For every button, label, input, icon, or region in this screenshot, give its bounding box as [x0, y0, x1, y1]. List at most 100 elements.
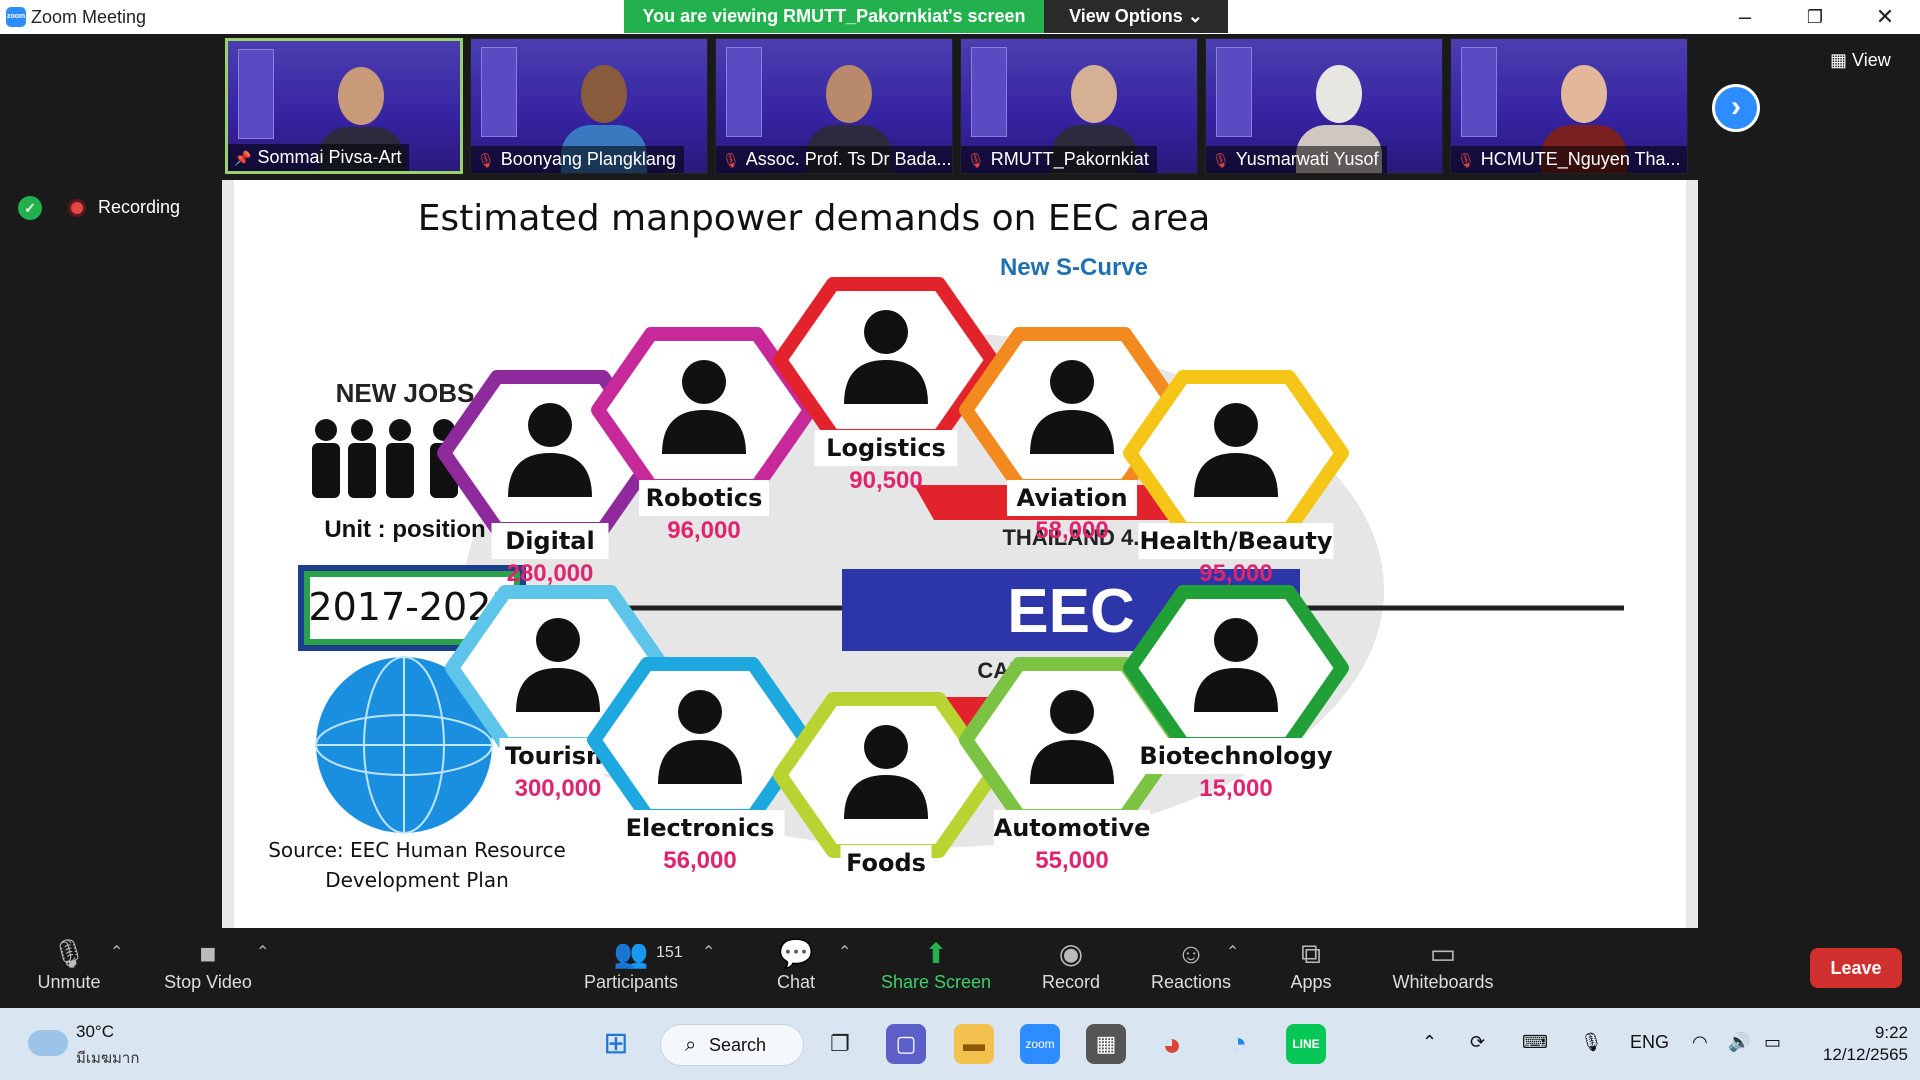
leave-button[interactable]: Leave: [1810, 948, 1902, 988]
task-view-icon[interactable]: ❐: [820, 1024, 860, 1064]
industry-name: Logistics: [826, 434, 946, 462]
reactions-label: Reactions: [1150, 972, 1232, 992]
search-icon: ⌕: [685, 1034, 697, 1056]
wifi-icon[interactable]: ◠: [1692, 1032, 1708, 1053]
shield-check-icon[interactable]: ✓: [18, 196, 42, 220]
system-clock[interactable]: 9:22 12/12/2565: [1808, 1022, 1908, 1066]
industry-hex: Health/Beauty 95,000: [1123, 370, 1349, 587]
sync-icon[interactable]: ⟳: [1470, 1032, 1485, 1053]
whiteboard-icon: ▭: [1429, 938, 1457, 969]
microphone-icon[interactable]: 🎙: [1580, 1032, 1603, 1053]
windows-start-icon[interactable]: ⊞: [596, 1024, 636, 1064]
whiteboards-button[interactable]: ▭ Whiteboards: [1388, 936, 1498, 1000]
industry-hex: Foods: [773, 692, 999, 881]
language-indicator[interactable]: ENG: [1630, 1032, 1669, 1053]
participant-tile[interactable]: 🎙 Yusmarwati Yusof: [1205, 38, 1443, 174]
teams-chat-icon[interactable]: ▢: [886, 1024, 926, 1064]
participant-tile[interactable]: 📌 Sommai Pivsa-Art: [225, 38, 463, 174]
share-screen-button[interactable]: ⬆ Share Screen: [880, 936, 992, 1000]
muted-mic-icon: 🎙: [722, 152, 740, 168]
industry-hex: Biotechnology 15,000: [1123, 585, 1349, 802]
recording-label: Recording: [98, 197, 181, 217]
slide-graphic: Estimated manpower demands on EEC area N…: [268, 198, 1624, 892]
unit-label: Unit : position: [324, 516, 485, 543]
meeting-toolbar: 🎙 Unmute ⌃ ■ Stop Video ⌃ 👥 Participants…: [0, 928, 1920, 1008]
whiteboards-label: Whiteboards: [1392, 972, 1494, 992]
video-options-caret[interactable]: ⌃: [256, 942, 269, 962]
search-box[interactable]: ⌕ Search: [660, 1024, 804, 1066]
grid-icon: ▦: [1830, 50, 1853, 70]
participant-name: Sommai Pivsa-Art: [257, 147, 402, 167]
industry-value: 95,000: [1199, 560, 1272, 587]
close-button[interactable]: ✕: [1850, 0, 1920, 34]
file-explorer-icon[interactable]: ▬: [954, 1024, 994, 1064]
chat-button[interactable]: 💬 Chat: [770, 936, 822, 1000]
minimize-button[interactable]: –: [1710, 0, 1780, 34]
industry-name: Aviation: [1016, 484, 1127, 512]
view-options-button[interactable]: View Options ⌄: [1044, 0, 1228, 33]
industry-name: Automotive: [994, 814, 1151, 842]
chrome-icon[interactable]: ◕: [1152, 1024, 1192, 1064]
people-group-icon: [312, 419, 458, 498]
restore-button[interactable]: ❐: [1780, 0, 1850, 34]
participants-options-caret[interactable]: ⌃: [702, 942, 715, 962]
edge-icon[interactable]: ◔: [1218, 1024, 1258, 1064]
industry-value: 15,000: [1199, 775, 1272, 802]
viewing-screen-banner: You are viewing RMUTT_Pakornkiat's scree…: [624, 0, 1044, 33]
reactions-options-caret[interactable]: ⌃: [1226, 942, 1239, 962]
slide-subtitle: New S-Curve: [1000, 254, 1148, 281]
temperature[interactable]: 30°C: [76, 1022, 114, 1042]
cloud-icon[interactable]: [28, 1030, 68, 1056]
speaker-icon[interactable]: 🔊: [1728, 1032, 1750, 1053]
muted-mic-icon: 🎙: [477, 152, 495, 168]
calculator-icon[interactable]: ▦: [1086, 1024, 1126, 1064]
clock-time: 9:22: [1874, 1023, 1908, 1042]
unmute-button[interactable]: 🎙 Unmute: [28, 936, 110, 1000]
industry-name: Health/Beauty: [1139, 527, 1332, 555]
slide-title: Estimated manpower demands on EEC area: [418, 198, 1211, 239]
view-label: View: [1852, 50, 1891, 70]
participant-tile[interactable]: 🎙 Assoc. Prof. Ts Dr Bada...: [715, 38, 953, 174]
share-screen-label: Share Screen: [880, 972, 992, 992]
window-title: Zoom Meeting: [31, 7, 147, 27]
reactions-button[interactable]: ☺ Reactions: [1148, 936, 1234, 1000]
chevron-right-icon: ›: [1731, 90, 1741, 123]
shared-screen: Estimated manpower demands on EEC area N…: [222, 180, 1698, 928]
audio-options-caret[interactable]: ⌃: [110, 942, 123, 962]
line-app-icon[interactable]: LINE: [1286, 1024, 1326, 1064]
search-label: Search: [709, 1035, 767, 1055]
unmute-label: Unmute: [37, 972, 101, 992]
record-icon: ◉: [1058, 938, 1084, 969]
stop-video-button[interactable]: ■ Stop Video: [158, 936, 258, 1000]
chat-label: Chat: [776, 972, 816, 992]
participant-name: Assoc. Prof. Ts Dr Bada...: [745, 149, 952, 169]
participant-tile[interactable]: 🎙 RMUTT_Pakornkiat: [960, 38, 1198, 174]
participants-label: Participants: [583, 972, 679, 992]
record-button[interactable]: ◉ Record: [1038, 936, 1104, 1000]
chevron-up-icon[interactable]: ⌃: [1422, 1032, 1437, 1053]
muted-mic-icon: 🎙: [51, 938, 87, 969]
industry-value: 56,000: [663, 847, 736, 874]
weather-condition[interactable]: มีเมฆมาก: [76, 1046, 139, 1070]
industry-name: Biotechnology: [1139, 742, 1333, 770]
muted-mic-icon: 🎙: [1457, 152, 1475, 168]
keyboard-icon[interactable]: ⌨: [1522, 1032, 1548, 1053]
industry-value: 280,000: [507, 560, 594, 587]
view-button[interactable]: ▦ View: [1830, 50, 1891, 71]
chat-options-caret[interactable]: ⌃: [838, 942, 851, 962]
participant-tile[interactable]: 🎙 Boonyang Plangklang: [470, 38, 708, 174]
source-line-2: Development Plan: [325, 868, 509, 892]
clock-date: 12/12/2565: [1822, 1045, 1908, 1064]
title-bar: zoom Zoom Meeting You are viewing RMUTT_…: [0, 0, 1920, 34]
apps-button[interactable]: ⧉ Apps: [1284, 936, 1338, 1000]
stop-video-label: Stop Video: [164, 972, 252, 992]
battery-icon[interactable]: ▭: [1764, 1032, 1781, 1053]
industry-value: 58,000: [1035, 517, 1108, 544]
zoom-app-icon[interactable]: zoom: [1020, 1024, 1060, 1064]
next-page-button[interactable]: ›: [1712, 84, 1760, 132]
industry-name: Digital: [505, 527, 594, 555]
industry-hex: Electronics 56,000: [587, 657, 813, 874]
industry-value: 55,000: [1035, 847, 1108, 874]
participant-name: Yusmarwati Yusof: [1235, 149, 1379, 169]
participant-tile[interactable]: 🎙 HCMUTE_Nguyen Tha...: [1450, 38, 1688, 174]
